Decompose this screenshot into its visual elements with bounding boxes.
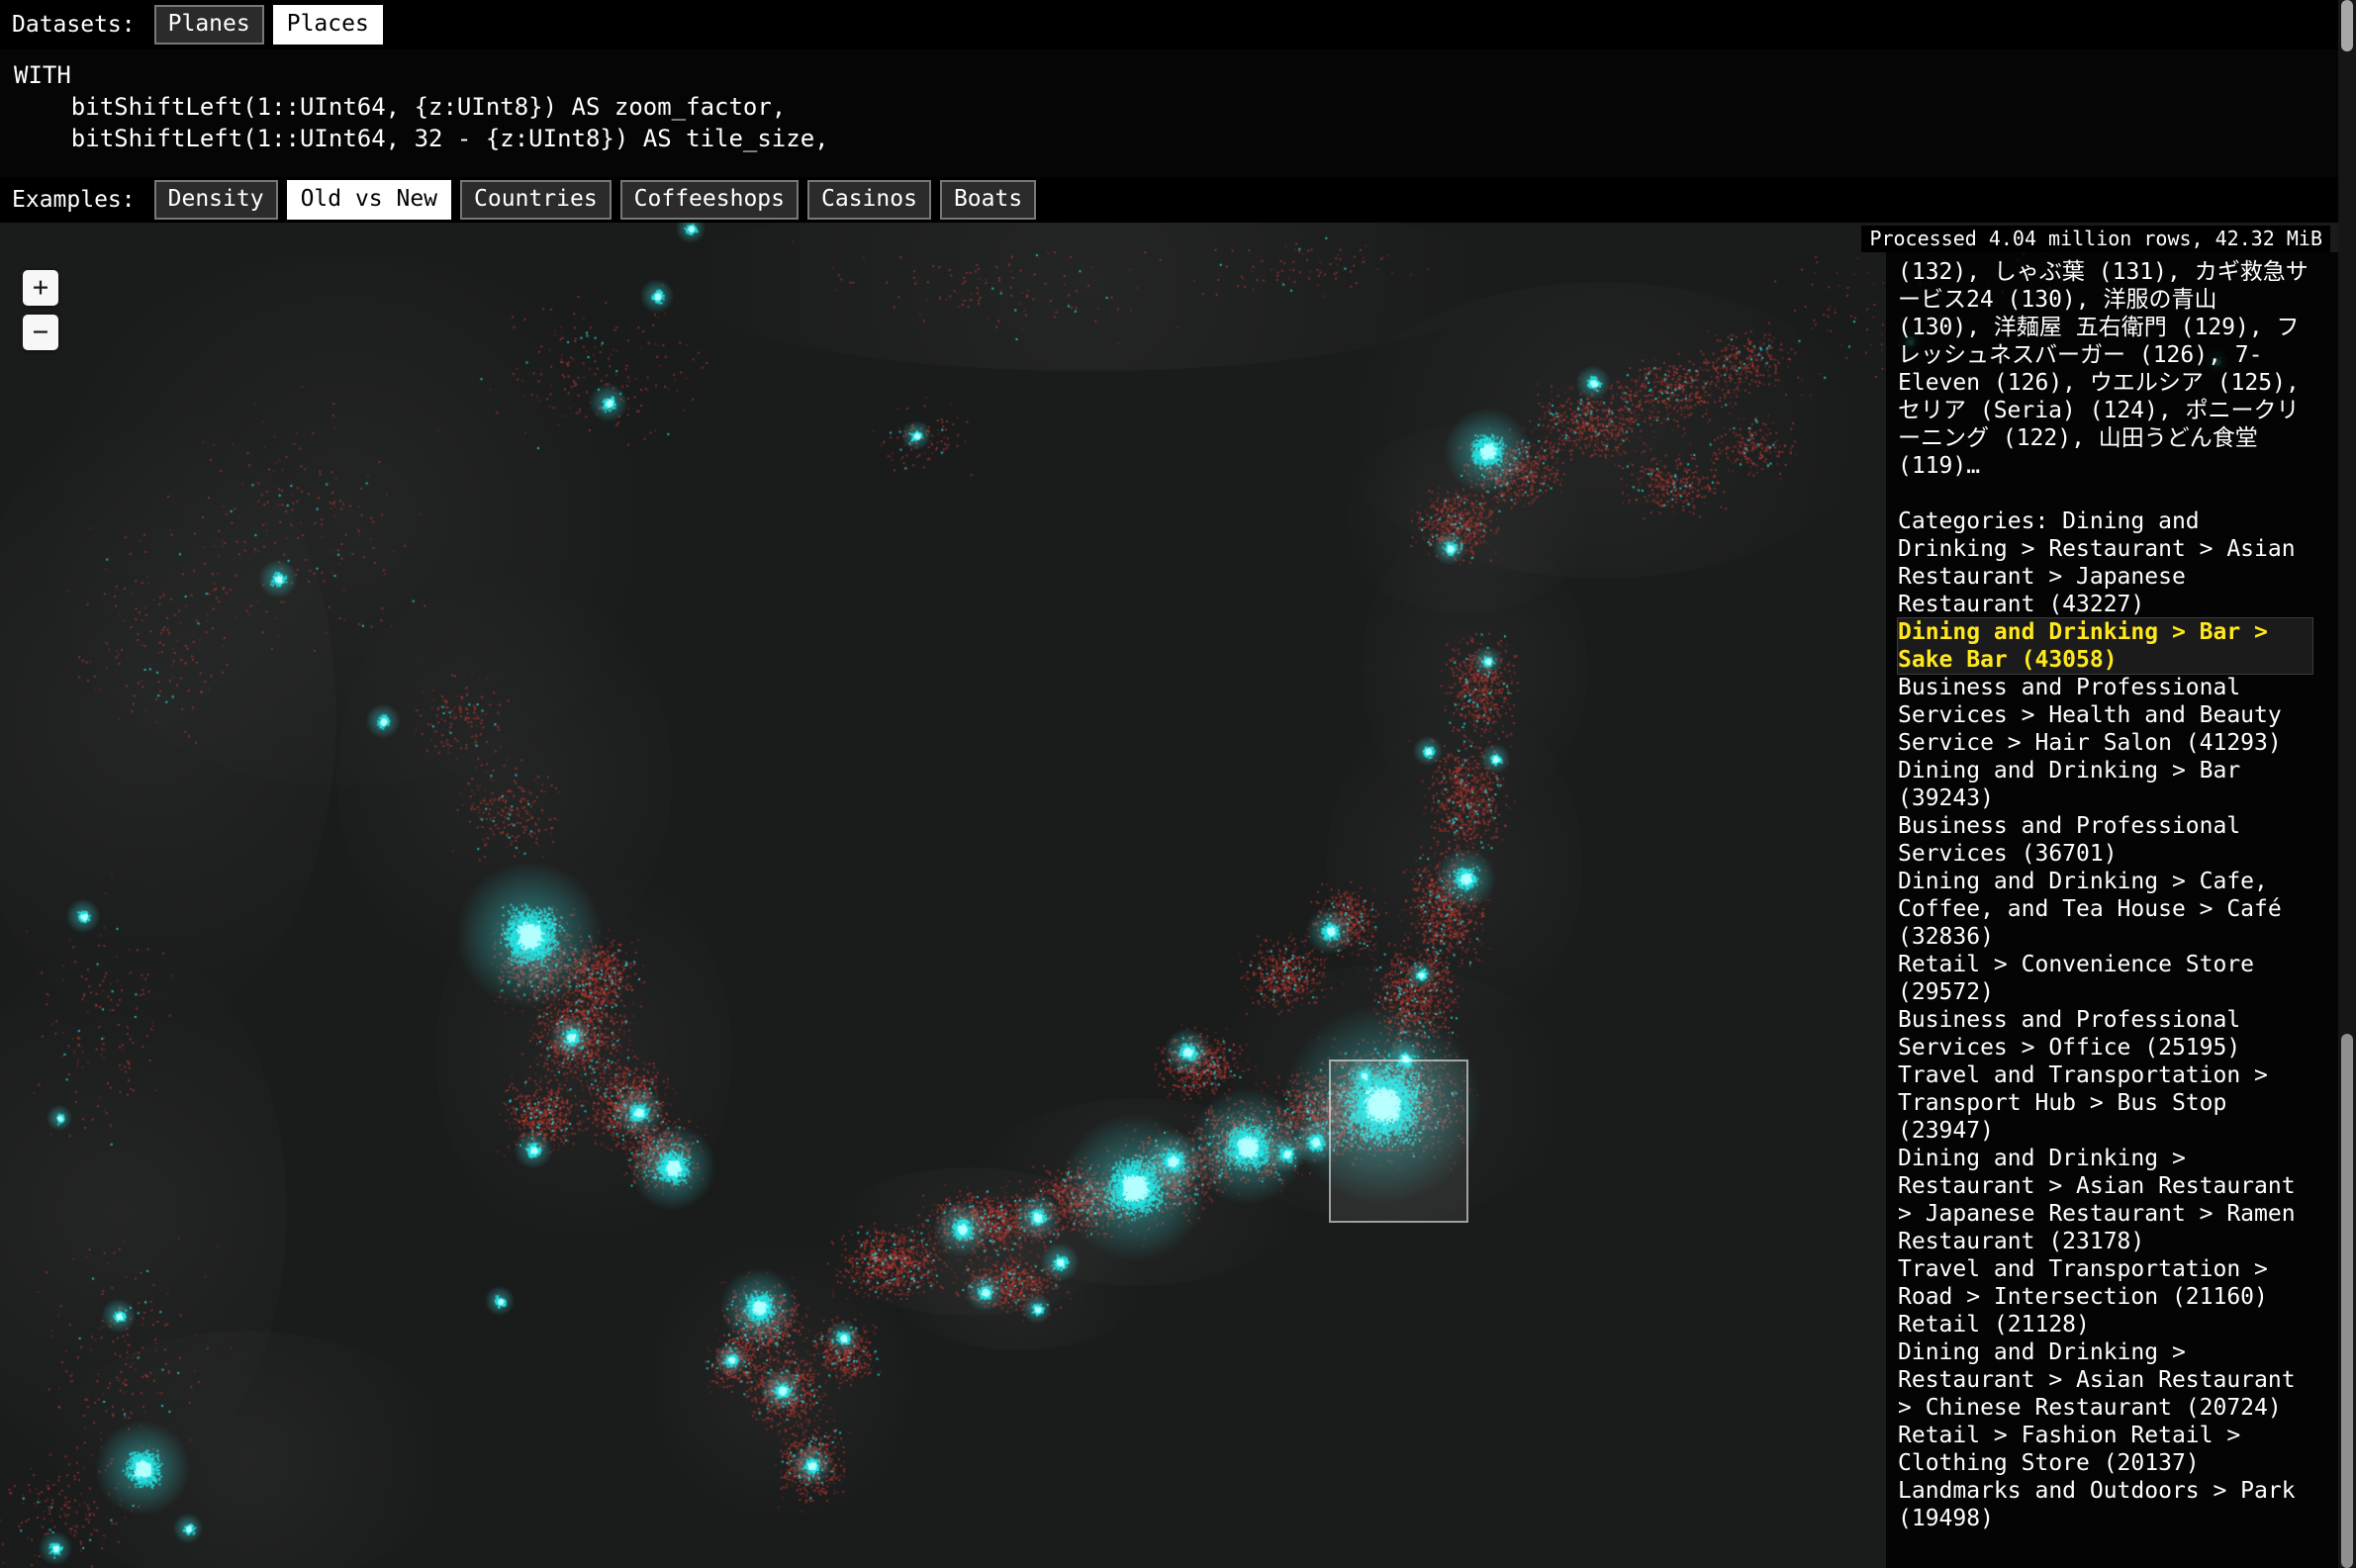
example-button-boats[interactable]: Boats xyxy=(940,180,1036,220)
query-editor[interactable]: WITH bitShiftLeft(1::UInt64, {z:UInt8}) … xyxy=(0,49,2356,177)
category-item[interactable]: Travel and Transportation > Road > Inter… xyxy=(1898,1255,2312,1311)
selection-box xyxy=(1329,1060,1468,1223)
examples-bar: Examples: Density Old vs New Countries C… xyxy=(0,177,2356,223)
datasets-label: Datasets: xyxy=(12,12,136,38)
datasets-bar: Datasets: Planes Places xyxy=(0,0,2356,49)
category-text: Business and Professional Services > Hea… xyxy=(1898,675,2282,756)
categories-label: Categories: xyxy=(1898,508,2062,534)
category-text: Retail > Convenience Store (29572) xyxy=(1898,952,2254,1005)
scrollbar-thumb-top[interactable] xyxy=(2341,0,2353,51)
category-item-selected[interactable]: Dining and Drinking > Bar > Sake Bar (43… xyxy=(1898,618,2312,674)
category-item[interactable]: Dining and Drinking > Restaurant > Asian… xyxy=(1898,1338,2312,1422)
examples-label: Examples: xyxy=(12,187,136,213)
category-item[interactable]: Dining and Drinking > Bar (39243) xyxy=(1898,757,2312,812)
category-text: Dining and Drinking > Bar (39243) xyxy=(1898,758,2240,811)
category-text: Travel and Transportation > Transport Hu… xyxy=(1898,1062,2268,1144)
category-text: Retail > Fashion Retail > Clothing Store… xyxy=(1898,1423,2240,1476)
category-item[interactable]: Retail > Fashion Retail > Clothing Store… xyxy=(1898,1422,2312,1477)
category-item[interactable]: Landmarks and Outdoors > Park (19498) xyxy=(1898,1477,2312,1532)
category-item[interactable]: Retail (21128) xyxy=(1898,1311,2312,1338)
category-text: Retail (21128) xyxy=(1898,1312,2090,1337)
example-button-old-vs-new[interactable]: Old vs New xyxy=(287,180,451,220)
zoom-in-button[interactable]: + xyxy=(23,270,58,306)
map[interactable]: + − Processed 4.04 million rows, 42.32 M… xyxy=(0,223,2356,1568)
category-item[interactable]: Business and Professional Services (3670… xyxy=(1898,812,2312,868)
category-item[interactable]: Dining and Drinking > Restaurant > Asian… xyxy=(1898,1145,2312,1255)
category-text: Business and Professional Services (3670… xyxy=(1898,813,2240,867)
category-item[interactable]: Categories: Dining and Drinking > Restau… xyxy=(1898,507,2312,618)
results-panel: (132), しゃぶ葉 (131), カギ救急サービス24 (130), 洋服の… xyxy=(1886,252,2338,1568)
top-names-text: (132), しゃぶ葉 (131), カギ救急サービス24 (130), 洋服の… xyxy=(1898,258,2312,480)
dataset-button-places[interactable]: Places xyxy=(273,5,383,45)
scrollbar-thumb[interactable] xyxy=(2341,1034,2353,1568)
category-item[interactable]: Dining and Drinking > Cafe, Coffee, and … xyxy=(1898,868,2312,951)
category-text: Dining and Drinking > Restaurant > Asian… xyxy=(1898,1339,2296,1421)
example-button-density[interactable]: Density xyxy=(154,180,278,220)
example-button-casinos[interactable]: Casinos xyxy=(807,180,931,220)
dataset-button-planes[interactable]: Planes xyxy=(154,5,264,45)
category-item[interactable]: Business and Professional Services > Off… xyxy=(1898,1006,2312,1061)
example-button-coffeeshops[interactable]: Coffeeshops xyxy=(620,180,799,220)
example-button-countries[interactable]: Countries xyxy=(460,180,612,220)
app-root: Datasets: Planes Places WITH bitShiftLef… xyxy=(0,0,2356,1568)
category-item[interactable]: Business and Professional Services > Hea… xyxy=(1898,674,2312,757)
category-text: Travel and Transportation > Road > Inter… xyxy=(1898,1256,2268,1310)
category-item[interactable]: Retail > Convenience Store (29572) xyxy=(1898,951,2312,1006)
category-text: Dining and Drinking > Restaurant > Asian… xyxy=(1898,1146,2296,1254)
category-text: Business and Professional Services > Off… xyxy=(1898,1007,2240,1061)
status-text: Processed 4.04 million rows, 42.32 MiB xyxy=(1861,226,2330,252)
zoom-out-button[interactable]: − xyxy=(23,315,58,350)
category-item[interactable]: Travel and Transportation > Transport Hu… xyxy=(1898,1061,2312,1145)
page-scrollbar[interactable] xyxy=(2338,0,2356,1568)
category-text: Dining and Drinking > Bar > Sake Bar (43… xyxy=(1898,619,2268,673)
category-text: Dining and Drinking > Cafe, Coffee, and … xyxy=(1898,869,2282,950)
zoom-control: + − xyxy=(23,270,58,350)
category-text: Landmarks and Outdoors > Park (19498) xyxy=(1898,1478,2296,1531)
